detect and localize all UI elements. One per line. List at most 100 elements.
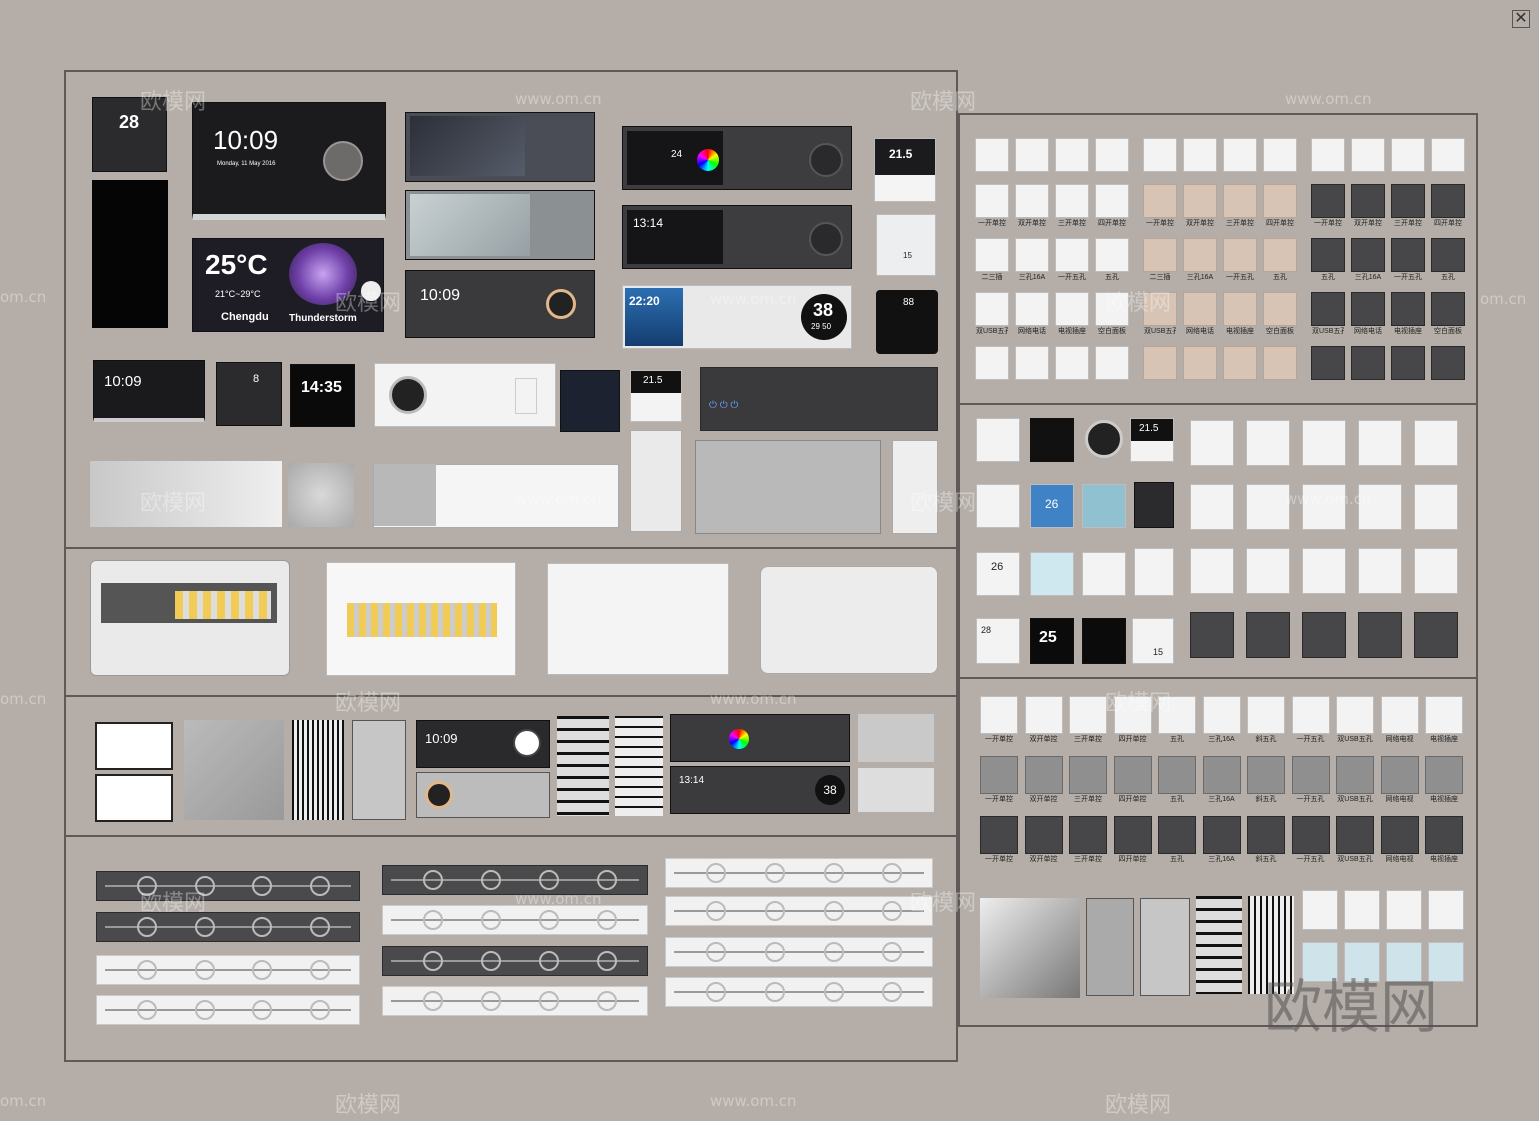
plate-label: 四开单控 (1266, 220, 1294, 227)
socket-icon (481, 910, 502, 930)
switch-plate (1358, 484, 1402, 530)
socket-icon (137, 1000, 157, 1020)
power-switch-panel: ⏻ ⏻ ⏻ (700, 367, 938, 431)
color-wheel-icon[interactable] (697, 149, 719, 171)
play-button-icon[interactable] (323, 141, 363, 181)
plate-label: 双开单控 (1029, 856, 1058, 863)
plate-label: 三开单控 (1394, 220, 1422, 227)
panel-time: 13:14 (633, 216, 664, 230)
switch-plate (1302, 420, 1346, 466)
smart-panel-row5b: 13:14 38 (670, 766, 850, 814)
track-strip (665, 896, 933, 926)
dial-socket-strip (374, 363, 556, 427)
plate-label: 三孔16A (1354, 274, 1382, 281)
sketch-plate (1431, 138, 1465, 172)
socket-icon (597, 910, 618, 930)
plate-label: 双开单控 (1354, 220, 1382, 227)
plate-label: 一开五孔 (1296, 856, 1325, 863)
plate-label: 一开单控 (978, 220, 1006, 227)
close-icon[interactable]: ✕ (1512, 10, 1530, 28)
white-board (90, 461, 282, 527)
clock-panel-dark: 10:09 (416, 720, 550, 768)
dial-icon[interactable] (513, 729, 541, 757)
plate-label: 双USB五孔 (1337, 736, 1373, 743)
switch-plate: 四开单控 (1095, 184, 1129, 227)
switch-plate: 双开单控 (1015, 184, 1049, 227)
socket-icon (823, 863, 844, 883)
plate-label: 网络电话 (1018, 328, 1046, 335)
socket-icon (706, 982, 726, 1002)
thermo-temp: 26 (1045, 497, 1059, 511)
plate-label: 三孔16A (1018, 274, 1046, 281)
plate-label: 三孔16A (1208, 856, 1235, 863)
switch-plate: 五孔 (1431, 238, 1465, 281)
switch-plate: 斜五孔 (1247, 696, 1285, 743)
power-icon[interactable]: ⏻ ⏻ ⏻ (709, 400, 738, 411)
thermo-temp: 15 (903, 251, 912, 260)
plate-label: 双开单控 (1029, 736, 1058, 743)
switch-plate: 五孔 (1158, 816, 1196, 863)
dial-value: 38 (813, 300, 834, 320)
socket-icon (423, 870, 443, 890)
color-wheel-icon[interactable] (729, 729, 749, 749)
switch-plate: 二三插 (975, 238, 1009, 281)
mini-switch: 8 (216, 362, 282, 426)
thermo-temp: 21.5 (643, 375, 663, 386)
socket-icon (309, 917, 330, 937)
section-divider (958, 677, 1478, 679)
switch-plate: 双开单控 (1024, 756, 1063, 803)
switch-grid: 一开单控 双开单控 三开单控 四开单控 一开单控 双开单控 三开单控 四开单控 一开单控 双开单控… (975, 138, 1465, 398)
section-divider (64, 835, 958, 837)
plate-label: 电视插座 (1226, 328, 1254, 335)
dial-icon[interactable] (425, 781, 453, 809)
plate-label: 二三插 (1149, 274, 1171, 281)
switch-plate: 三孔16A (1183, 238, 1217, 281)
socket-icon (823, 901, 844, 921)
frame-panel (95, 774, 173, 822)
thermo-white (1030, 552, 1074, 596)
switch-plate (1246, 548, 1290, 594)
socket-icon (309, 960, 330, 980)
dial-icon[interactable]: 38 29 50 (801, 294, 847, 340)
knob-icon[interactable] (361, 281, 381, 301)
thermo-temp: 28 (981, 625, 992, 635)
dial-icon[interactable] (389, 376, 427, 414)
switch-plate (1414, 420, 1458, 466)
track-strip (382, 865, 648, 895)
dial-icon[interactable] (809, 143, 843, 177)
plate-label: 电视插座 (1430, 736, 1458, 743)
dial-icon[interactable] (546, 289, 576, 319)
plate-label: 三孔16A (1208, 736, 1235, 743)
thermo-small-2: 21.5 (630, 370, 682, 422)
switch-plate: 四开单控 (1113, 816, 1152, 863)
switch-plate (1246, 612, 1290, 658)
stripe-board (980, 898, 1080, 998)
socket-icon (882, 901, 903, 921)
plate-label: 网络电话 (1354, 328, 1382, 335)
switch-plate: 一开单控 (975, 184, 1009, 227)
socket-icon (706, 863, 726, 883)
thermo-dial[interactable] (1085, 420, 1123, 458)
clock-dial-panel: 10:09 (405, 270, 595, 338)
smart-panel-a: 24 (622, 126, 852, 190)
mini-clock-panel: 10:09 (93, 360, 205, 422)
plate-label: 五孔 (1441, 274, 1455, 281)
stripe-board (615, 716, 663, 816)
plate-label: 一开单控 (985, 856, 1013, 863)
plate-label: 双USB五孔 (1337, 856, 1373, 863)
thermostat-plate (1302, 890, 1338, 930)
weather-city: Chengdu (221, 311, 269, 323)
dial-icon[interactable] (809, 222, 843, 256)
grey-board (1140, 898, 1190, 996)
switch-plate: 双USB五孔 (975, 292, 1009, 335)
switch-plate (1358, 612, 1402, 658)
smart-panel-row5 (670, 714, 850, 762)
plate-label: 三开单控 (1074, 796, 1102, 803)
section-divider (958, 403, 1478, 405)
section-divider (64, 695, 958, 697)
socket-icon (882, 942, 903, 962)
grey-board (858, 714, 934, 762)
track-strip (382, 946, 648, 976)
socket-icon (597, 991, 618, 1011)
socket-icon (539, 991, 560, 1011)
